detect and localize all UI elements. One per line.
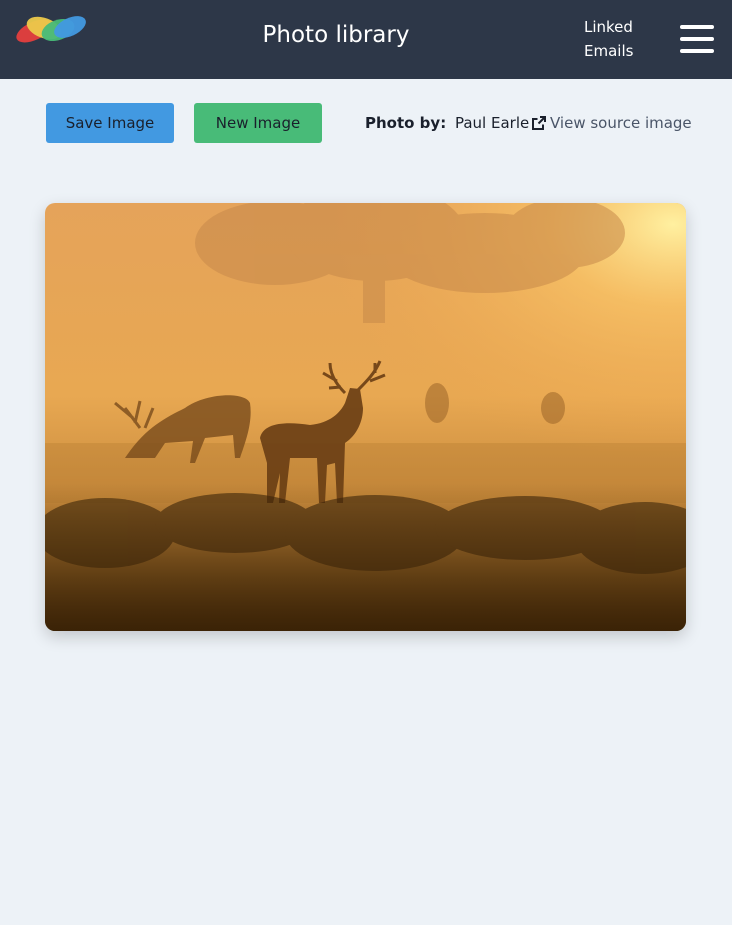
external-link-icon	[532, 116, 546, 130]
linked-emails-line1: Linked	[584, 18, 633, 36]
page-title: Photo library	[262, 22, 410, 48]
photo-by-label: Photo by:	[365, 114, 447, 132]
new-image-button[interactable]: New Image	[194, 103, 322, 143]
photographer-name[interactable]: Paul Earle	[455, 114, 529, 132]
photo-credit: Photo by: Paul Earle	[365, 112, 529, 134]
linked-emails-line2: Emails	[584, 42, 634, 60]
linked-emails-link[interactable]: Linked Emails	[584, 15, 633, 63]
view-source-link[interactable]: View source image	[532, 112, 692, 134]
hamburger-menu-icon[interactable]	[680, 25, 714, 53]
view-source-label: View source image	[550, 114, 692, 132]
save-image-button[interactable]: Save Image	[46, 103, 174, 143]
top-navbar: Photo library Linked Emails	[0, 0, 732, 79]
main-photo	[45, 203, 686, 631]
